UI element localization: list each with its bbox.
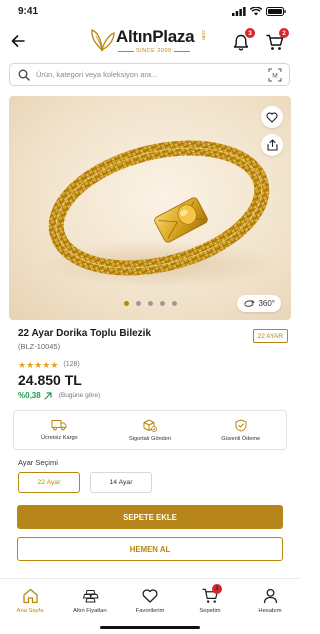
search-input[interactable] (36, 70, 256, 79)
search-bar: M (9, 63, 290, 86)
nav-item-home[interactable]: Ana Sayfa (0, 579, 60, 622)
cart-badge: 2 (279, 28, 289, 38)
feature-free-shipping: Ücretsiz Kargo (14, 411, 105, 449)
price-change-value: %0,38 (18, 391, 41, 400)
star-icon: ★ (18, 360, 27, 370)
wifi-icon (250, 6, 262, 15)
karat-badge: 22 AYAR (252, 329, 288, 343)
arrow-left-icon (11, 35, 25, 47)
cart-button[interactable]: 2 (264, 28, 289, 53)
share-icon (266, 139, 278, 151)
nav-cart-badge: 2 (212, 584, 222, 594)
star-icon: ★ (26, 360, 35, 370)
truck-icon (51, 420, 67, 431)
notifications-button[interactable]: 3 (230, 28, 255, 53)
signal-icon (232, 6, 246, 16)
product-rating[interactable]: ★★★★★ (128) (18, 355, 80, 373)
heart-icon (142, 589, 158, 603)
status-bar: 9:41 (0, 0, 300, 22)
rating-stars: ★★★★★ (18, 355, 58, 373)
star-icon: ★ (50, 360, 59, 370)
scan-icon[interactable]: M (268, 68, 282, 82)
logo-since: SINCE 2000 (136, 48, 172, 54)
view-360-button[interactable]: 360° (237, 295, 281, 312)
user-icon (263, 588, 277, 604)
nav-item-favorites[interactable]: Favorilerim (120, 579, 180, 622)
feature-label: Ücretsiz Kargo (40, 435, 78, 441)
nav-label: Ana Sayfa (16, 608, 44, 614)
bottom-nav: Ana Sayfa Altın Fiyatları Favorilerim 2 … (0, 578, 300, 622)
nav-item-account[interactable]: Hesabım (240, 579, 300, 622)
bracelet-image (39, 140, 279, 288)
product-gallery[interactable]: 360° (9, 96, 291, 320)
logo-domain: .com (200, 29, 206, 40)
price-change: %0,38 (Bugüne göre) (18, 391, 100, 400)
gold-bars-icon (82, 590, 98, 603)
view-360-label: 360° (258, 299, 275, 308)
nav-label: Hesabım (258, 608, 282, 614)
brand-logo[interactable]: AltınPlaza .com SINCE 2000 (88, 25, 212, 59)
rating-count: (128) (63, 360, 80, 368)
nav-item-cart[interactable]: 2 Sepetim (180, 579, 240, 622)
gallery-dot[interactable] (147, 301, 153, 306)
back-button[interactable] (8, 31, 28, 51)
product-price: 24.850 TL (18, 372, 82, 388)
share-button[interactable] (261, 134, 283, 156)
search-icon (18, 69, 30, 81)
gallery-dot[interactable] (135, 301, 141, 306)
shield-check-icon (235, 419, 247, 431)
add-to-cart-button[interactable]: SEPETE EKLE (17, 505, 283, 529)
gallery-dot[interactable] (123, 301, 129, 306)
feature-label: Sigortalı Gönderi (129, 435, 171, 442)
product-sku: (BLZ-10045) (18, 342, 61, 351)
gallery-dot[interactable] (171, 301, 177, 306)
logo-text: AltınPlaza (116, 27, 195, 46)
battery-icon (266, 6, 286, 16)
features-panel: Ücretsiz Kargo Sigortalı Gönderi Güvenli… (13, 410, 287, 450)
heart-icon (266, 112, 278, 123)
status-time: 9:41 (18, 5, 39, 17)
nav-label: Altın Fiyatları (73, 608, 107, 614)
home-icon (22, 588, 38, 604)
gallery-dot[interactable] (159, 301, 165, 306)
insured-box-icon (143, 419, 157, 432)
buy-now-button[interactable]: HEMEN AL (17, 537, 283, 561)
logo-divider (118, 51, 134, 52)
product-title: 22 Ayar Dorika Toplu Bilezik (18, 328, 152, 339)
feature-secure-payment: Güvenli Ödeme (195, 411, 286, 449)
home-indicator (100, 626, 200, 629)
app-header: AltınPlaza .com SINCE 2000 3 2 (0, 22, 300, 60)
nav-item-gold-prices[interactable]: Altın Fiyatları (60, 579, 120, 622)
rotate-360-icon (244, 300, 256, 307)
nav-label: Sepetim (199, 608, 221, 614)
feature-label: Güvenli Ödeme (221, 435, 261, 442)
ayar-option-14[interactable]: 14 Ayar (90, 472, 152, 493)
favorite-button[interactable] (261, 106, 283, 128)
nav-label: Favorilerim (135, 608, 165, 614)
ayar-label: Ayar Seçimi (18, 458, 58, 467)
feature-insured-shipping: Sigortalı Gönderi (105, 411, 196, 449)
status-icons (232, 6, 286, 16)
logo-divider (174, 51, 190, 52)
butterfly-logo-icon (91, 29, 115, 52)
trend-up-icon (44, 391, 52, 400)
price-change-note: (Bugüne göre) (58, 392, 101, 399)
svg-text:M: M (272, 73, 277, 80)
notification-badge: 3 (245, 28, 255, 38)
ayar-option-22[interactable]: 22 Ayar (18, 472, 80, 493)
